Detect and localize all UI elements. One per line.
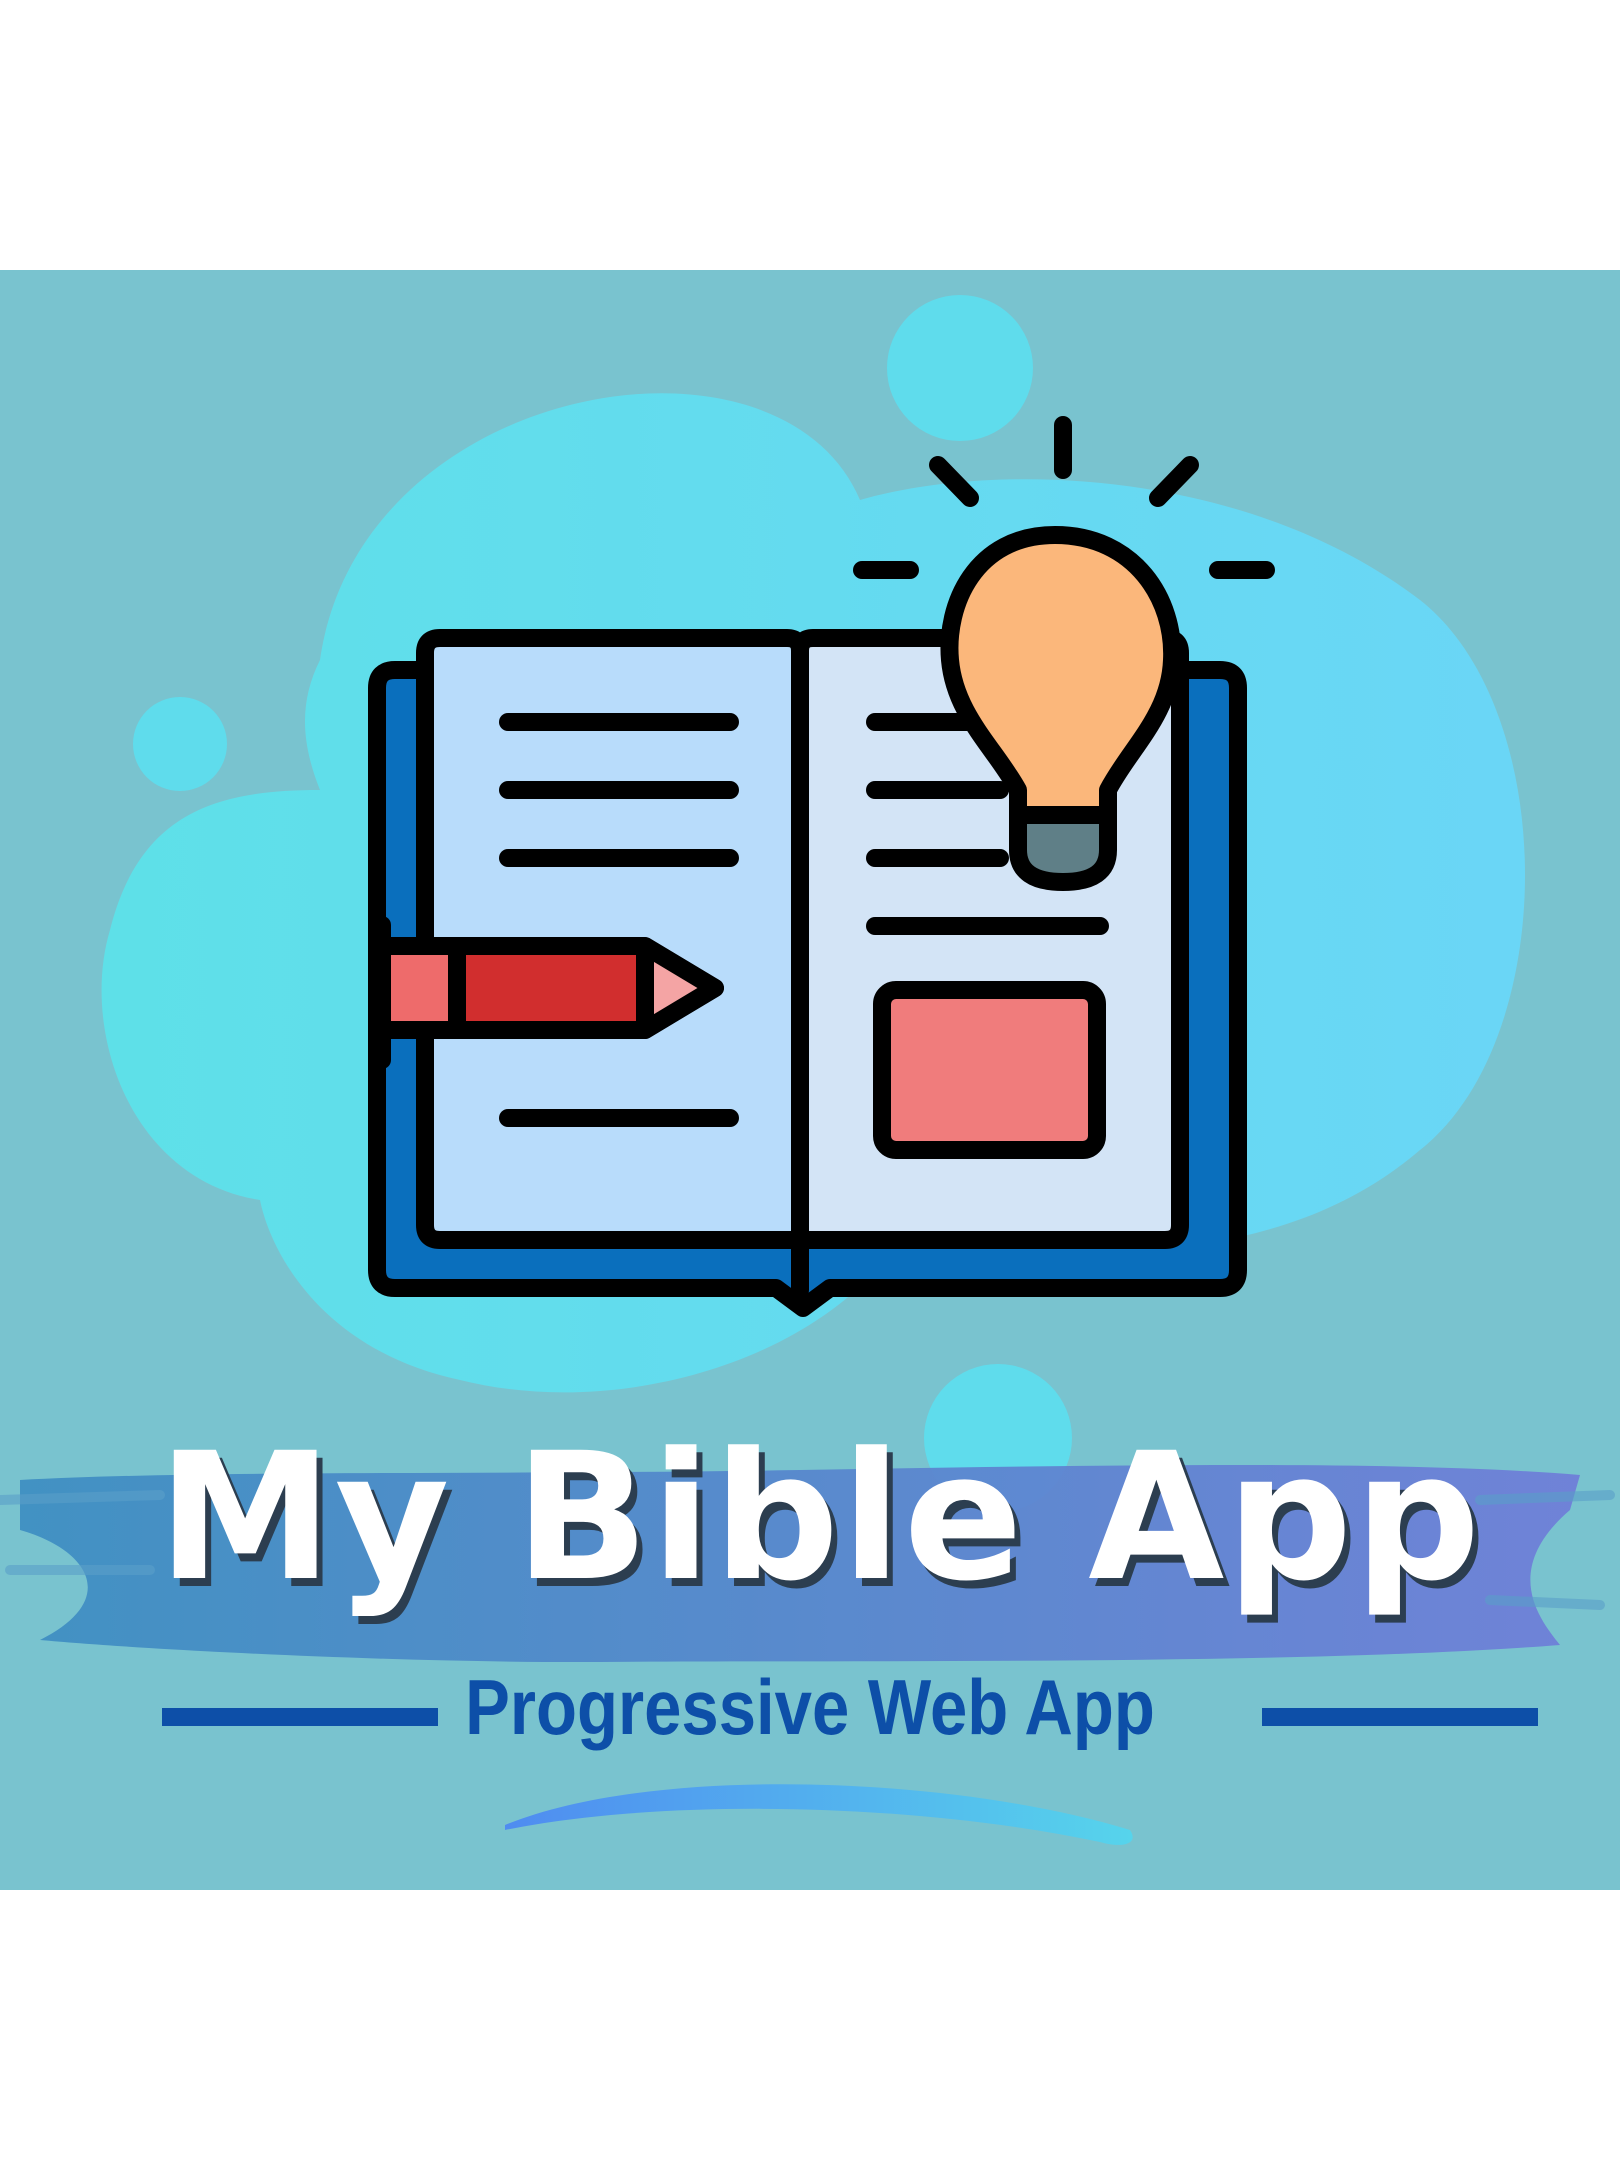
- app-title: My Bible App: [157, 1415, 1483, 1620]
- subtitle-rule-right: [1262, 1708, 1538, 1726]
- app-splash-logo: My Bible App Progressive Web App: [0, 270, 1620, 1890]
- swoosh: [505, 1784, 1133, 1845]
- subtitle-row: Progressive Web App: [0, 1668, 1620, 1758]
- page: My Bible App Progressive Web App: [0, 0, 1620, 2160]
- app-subtitle: Progressive Web App: [465, 1663, 1155, 1751]
- logo-artwork: [0, 295, 1615, 1845]
